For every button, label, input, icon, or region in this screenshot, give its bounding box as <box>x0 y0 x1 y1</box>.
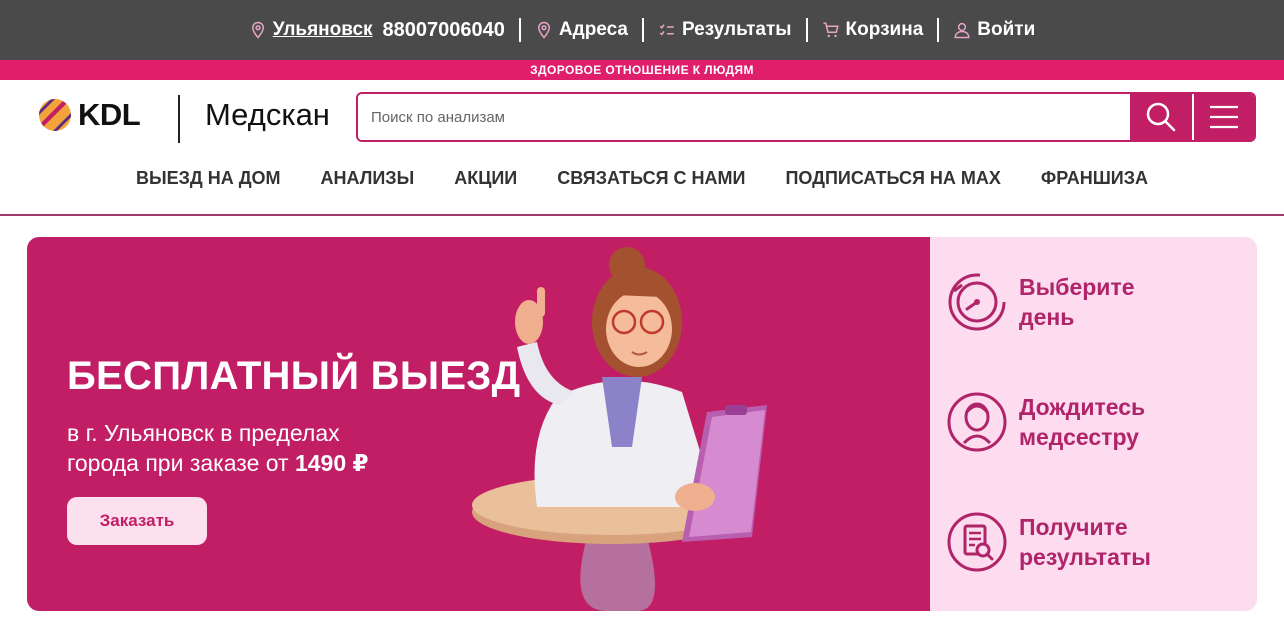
banner-price: 1490 ₽ <box>294 450 369 476</box>
cart-icon <box>823 22 839 38</box>
nav-item-franchise[interactable]: ФРАНШИЗА <box>1021 168 1168 202</box>
results-link[interactable]: Результаты <box>644 18 806 42</box>
main-nav: ВЫЕЗД НА ДОМ АНАЛИЗЫ АКЦИИ СВЯЗАТЬСЯ С Н… <box>0 168 1284 202</box>
tagline: ЗДОРОВОЕ ОТНОШЕНИЕ К ЛЮДЯМ <box>0 60 1284 80</box>
cart-label: Корзина <box>845 19 924 40</box>
step-line1: Выберите <box>1019 274 1135 300</box>
hamburger-menu-icon <box>1210 105 1238 129</box>
search-icon <box>1146 102 1176 132</box>
nav-item-contact[interactable]: СВЯЗАТЬСЯ С НАМИ <box>537 168 765 202</box>
banner-subtitle: в г. Ульяновск в пределах города при зак… <box>67 418 487 478</box>
cart-link[interactable]: Корзина <box>808 18 938 42</box>
location-pin-icon <box>251 21 264 39</box>
partner-logo[interactable]: Медскан <box>205 97 330 133</box>
promo-banner[interactable]: БЕСПЛАТНЫЙ ВЫЕЗД в г. Ульяновск в предел… <box>27 237 930 611</box>
step-wait-nurse: Дождитесь медсестру <box>946 391 1219 453</box>
step-line2: результаты <box>1019 544 1151 570</box>
step-label: Дождитесь медсестру <box>1019 392 1219 452</box>
nav-divider <box>0 214 1284 216</box>
doctor-illustration <box>472 247 767 611</box>
step-line2: день <box>1019 304 1075 330</box>
location-group: Ульяновск 88007006040 <box>235 18 519 42</box>
phone-number[interactable]: 88007006040 <box>383 19 505 42</box>
search-button[interactable] <box>1130 94 1192 140</box>
checklist-icon <box>659 24 674 36</box>
location-pin-icon <box>537 21 550 39</box>
step-label: Выберите день <box>1019 272 1219 332</box>
clock-icon <box>948 273 1006 331</box>
kdl-logo[interactable]: KDL <box>38 97 141 133</box>
banner-subtitle-line2: города при заказе от <box>67 450 295 476</box>
menu-button[interactable] <box>1192 94 1254 140</box>
kdl-logo-mark <box>39 99 71 131</box>
addresses-label: Адреса <box>558 19 628 40</box>
banner-title: БЕСПЛАТНЫЙ ВЫЕЗД <box>67 354 521 398</box>
logo-brand-text: KDL <box>78 97 141 132</box>
city-link[interactable]: Ульяновск <box>273 19 373 41</box>
step-get-results: Получите результаты <box>946 511 1219 573</box>
nav-item-home-visit[interactable]: ВЫЕЗД НА ДОМ <box>116 168 301 202</box>
nav-item-promotions[interactable]: АКЦИИ <box>434 168 537 202</box>
nav-item-subscribe[interactable]: ПОДПИСАТЬСЯ НА MAX <box>765 168 1020 202</box>
steps-panel: Выберите день Дождитесь медсестру Получи… <box>930 237 1257 611</box>
banner-subtitle-line1: в г. Ульяновск в пределах <box>67 420 340 446</box>
login-link[interactable]: Войти <box>939 18 1049 42</box>
step-choose-day: Выберите день <box>946 271 1219 333</box>
nav-item-tests[interactable]: АНАЛИЗЫ <box>301 168 435 202</box>
step-label: Получите результаты <box>1019 512 1219 572</box>
search-bar <box>356 92 1256 142</box>
search-input[interactable] <box>358 94 1130 140</box>
document-search-icon <box>947 512 1007 572</box>
step-line1: Дождитесь <box>1019 394 1146 420</box>
results-label: Результаты <box>681 19 792 40</box>
step-line2: медсестру <box>1019 424 1139 450</box>
logo-divider <box>178 95 180 143</box>
login-label: Войти <box>977 19 1036 40</box>
order-button[interactable]: Заказать <box>67 497 207 545</box>
nurse-icon <box>947 392 1007 452</box>
addresses-link[interactable]: Адреса <box>521 18 642 42</box>
step-line1: Получите <box>1019 514 1128 540</box>
user-icon <box>954 22 970 39</box>
top-bar: Ульяновск 88007006040 Адреса Результаты … <box>0 0 1284 60</box>
